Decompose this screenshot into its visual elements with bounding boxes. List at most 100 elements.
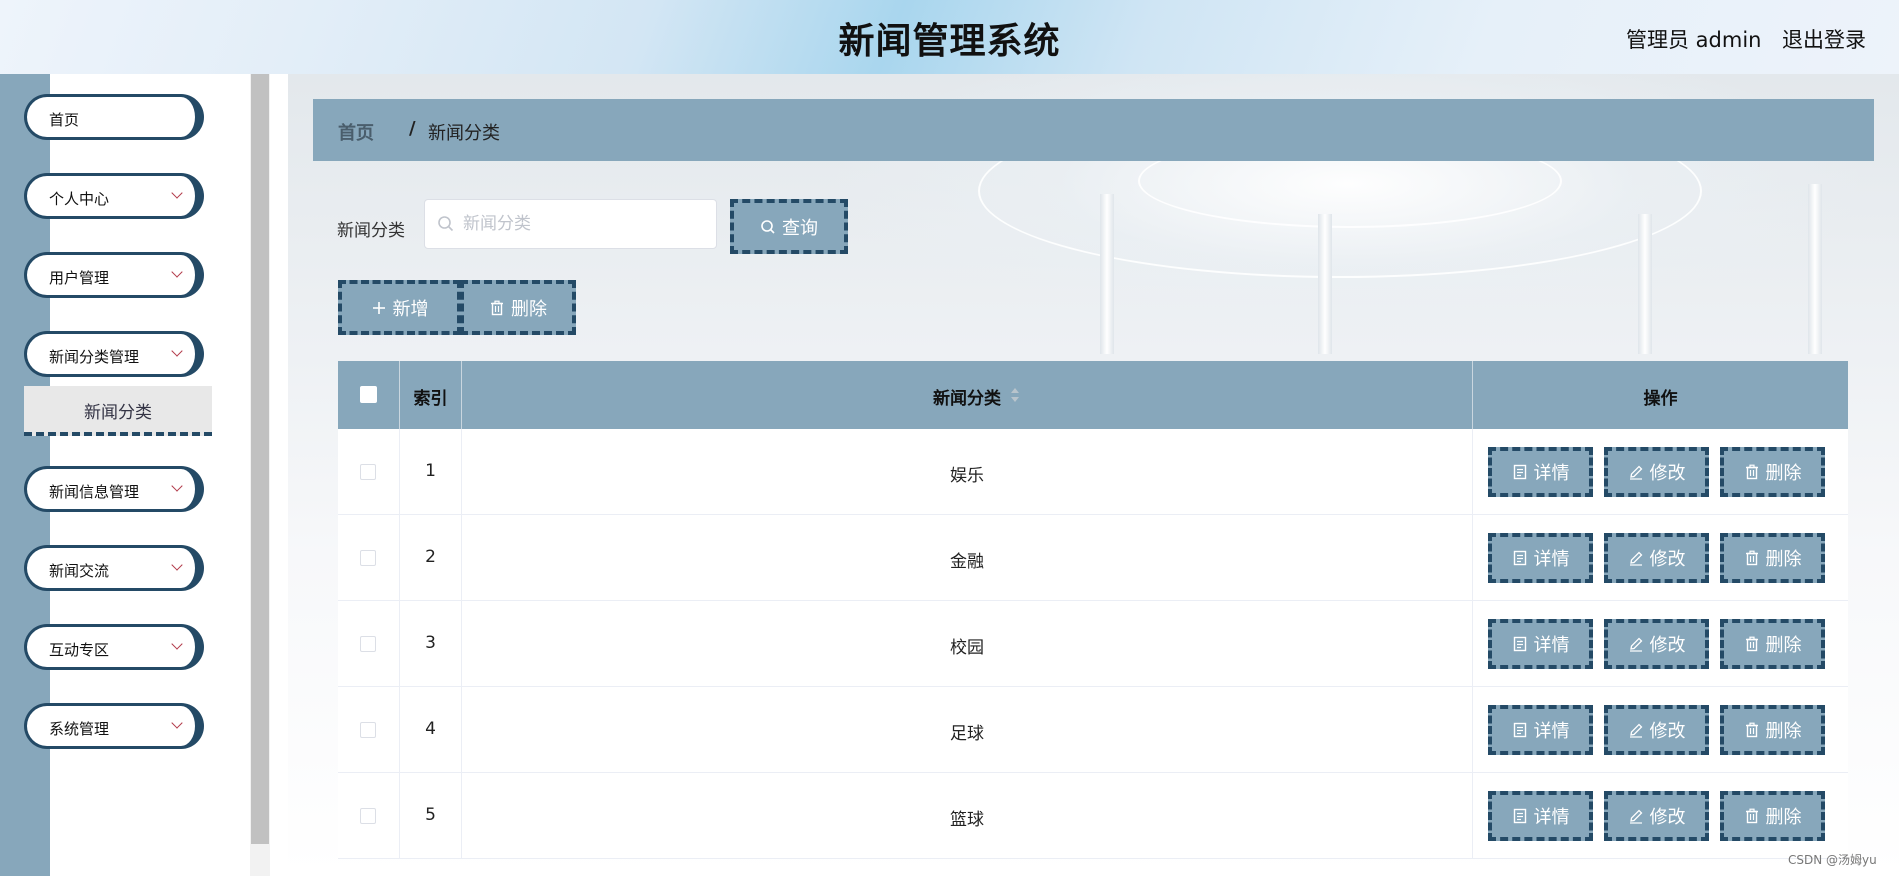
sidebar-item-news-exchange[interactable]: 新闻交流 <box>24 545 204 591</box>
breadcrumb-current: 新闻分类 <box>428 123 500 144</box>
sidebar: 首页 个人中心 用户管理 新闻分类管理 新闻分类 新闻信息管理 新闻交流 互动专… <box>0 74 288 876</box>
top-header: 新闻管理系统 管理员 admin 退出登录 <box>0 0 1899 74</box>
row-checkbox[interactable] <box>360 808 376 824</box>
sidebar-item-news-category-management[interactable]: 新闻分类管理 <box>24 331 204 377</box>
row-delete-button[interactable]: 删除 <box>1720 705 1825 755</box>
trash-icon <box>1744 722 1760 738</box>
detail-button-label: 详情 <box>1533 549 1570 570</box>
row-delete-button-label: 删除 <box>1765 463 1802 484</box>
document-icon <box>1512 636 1528 652</box>
sidebar-item-news-info-management[interactable]: 新闻信息管理 <box>24 466 204 512</box>
search-label: 新闻分类 <box>337 221 405 241</box>
search-input[interactable] <box>424 199 717 249</box>
trash-icon <box>489 300 505 316</box>
row-category-cell: 篮球 <box>462 773 1473 859</box>
chevron-down-icon <box>171 187 183 199</box>
sidebar-item-system[interactable]: 系统管理 <box>24 703 204 749</box>
detail-button[interactable]: 详情 <box>1488 533 1593 583</box>
edit-icon <box>1628 808 1644 824</box>
current-user: 管理员 admin <box>1626 28 1762 52</box>
row-index-cell: 4 <box>400 687 462 773</box>
trash-icon <box>1744 636 1760 652</box>
row-delete-button[interactable]: 删除 <box>1720 791 1825 841</box>
search-icon <box>437 215 455 233</box>
row-category: 校园 <box>950 638 984 658</box>
edit-button-label: 修改 <box>1649 549 1686 570</box>
header-index: 索引 <box>400 361 462 429</box>
row-delete-button-label: 删除 <box>1765 721 1802 742</box>
header-actions-label: 操作 <box>1643 389 1678 409</box>
edit-button[interactable]: 修改 <box>1604 791 1709 841</box>
header-category[interactable]: 新闻分类 <box>462 361 1473 429</box>
edit-icon <box>1628 464 1644 480</box>
row-actions-cell: 详情 修改 删除 <box>1473 429 1848 515</box>
sidebar-item-users[interactable]: 用户管理 <box>24 252 204 298</box>
row-index: 5 <box>425 805 436 825</box>
sidebar-item-profile[interactable]: 个人中心 <box>24 173 204 219</box>
detail-button[interactable]: 详情 <box>1488 705 1593 755</box>
sidebar-scrollbar-thumb[interactable] <box>251 74 269 844</box>
detail-button-label: 详情 <box>1533 721 1570 742</box>
table-row: 2 金融 详情 修改 删除 <box>338 515 1848 601</box>
add-button[interactable]: 新增 <box>338 280 461 335</box>
row-select-cell <box>338 687 400 773</box>
row-actions-cell: 详情 修改 删除 <box>1473 601 1848 687</box>
document-icon <box>1512 550 1528 566</box>
row-delete-button[interactable]: 删除 <box>1720 619 1825 669</box>
row-category: 娱乐 <box>950 466 984 486</box>
row-checkbox[interactable] <box>360 550 376 566</box>
background-pillar <box>1100 194 1114 354</box>
sidebar-item-interaction[interactable]: 互动专区 <box>24 624 204 670</box>
row-select-cell <box>338 429 400 515</box>
row-index: 2 <box>425 547 436 567</box>
detail-button[interactable]: 详情 <box>1488 447 1593 497</box>
row-delete-button[interactable]: 删除 <box>1720 447 1825 497</box>
row-category: 篮球 <box>950 810 984 830</box>
header-index-label: 索引 <box>413 389 448 409</box>
edit-icon <box>1628 636 1644 652</box>
row-select-cell <box>338 601 400 687</box>
row-index: 3 <box>425 633 436 653</box>
row-checkbox[interactable] <box>360 722 376 738</box>
edit-button-label: 修改 <box>1649 807 1686 828</box>
select-all-checkbox[interactable] <box>360 386 377 403</box>
query-button[interactable]: 查询 <box>730 199 848 254</box>
row-category-cell: 娱乐 <box>462 429 1473 515</box>
background-pillar <box>1638 214 1652 354</box>
edit-button[interactable]: 修改 <box>1604 705 1709 755</box>
row-delete-button[interactable]: 删除 <box>1720 533 1825 583</box>
edit-button-label: 修改 <box>1649 635 1686 656</box>
detail-button[interactable]: 详情 <box>1488 791 1593 841</box>
row-index-cell: 2 <box>400 515 462 601</box>
row-index: 1 <box>425 461 436 481</box>
row-category-cell: 金融 <box>462 515 1473 601</box>
bulk-delete-button[interactable]: 删除 <box>460 280 576 335</box>
breadcrumb-home[interactable]: 首页 <box>338 119 374 145</box>
add-button-label: 新增 <box>392 298 429 320</box>
row-index-cell: 5 <box>400 773 462 859</box>
row-select-cell <box>338 515 400 601</box>
edit-button[interactable]: 修改 <box>1604 533 1709 583</box>
submenu-item-news-category[interactable]: 新闻分类 <box>24 386 212 436</box>
row-category-cell: 校园 <box>462 601 1473 687</box>
row-index-cell: 3 <box>400 601 462 687</box>
trash-icon <box>1744 550 1760 566</box>
row-checkbox[interactable] <box>360 636 376 652</box>
header-actions: 操作 <box>1473 361 1848 429</box>
chevron-down-icon <box>171 345 183 357</box>
plus-icon <box>371 300 387 316</box>
edit-button[interactable]: 修改 <box>1604 619 1709 669</box>
row-delete-button-label: 删除 <box>1765 635 1802 656</box>
background-pillar <box>1808 184 1822 354</box>
sidebar-item-label: 个人中心 <box>49 190 110 208</box>
document-icon <box>1512 464 1528 480</box>
breadcrumb: 首页 / 新闻分类 <box>313 99 1874 161</box>
sort-icon[interactable] <box>1010 387 1020 403</box>
detail-button[interactable]: 详情 <box>1488 619 1593 669</box>
query-button-label: 查询 <box>782 217 818 239</box>
logout-link[interactable]: 退出登录 <box>1782 24 1866 54</box>
edit-button[interactable]: 修改 <box>1604 447 1709 497</box>
header-category-label: 新闻分类 <box>933 389 1001 409</box>
row-checkbox[interactable] <box>360 464 376 480</box>
sidebar-item-home[interactable]: 首页 <box>24 94 204 140</box>
